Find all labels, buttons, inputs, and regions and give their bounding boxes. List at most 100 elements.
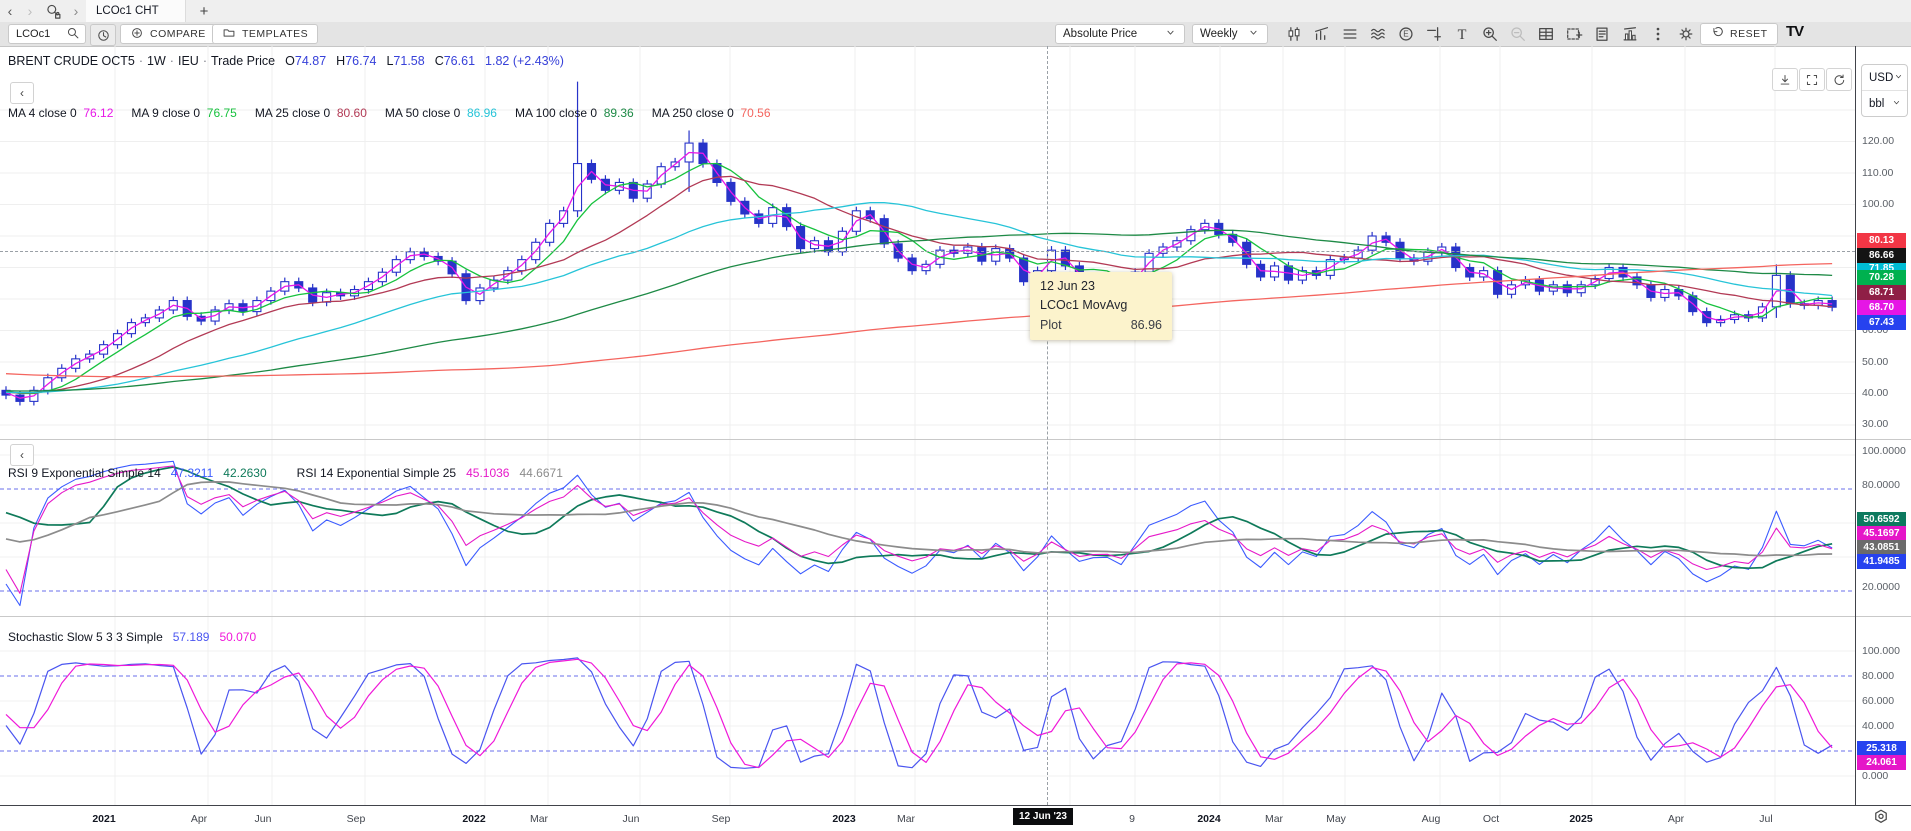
volume-study-icon[interactable] xyxy=(1618,24,1642,44)
nav-back-icon[interactable]: ‹ xyxy=(0,3,20,19)
price-label: 86.66 xyxy=(1857,248,1906,263)
rsi-tick: 100.0000 xyxy=(1862,445,1906,457)
ma-legend-item[interactable]: MA 50 close 0 86.96 xyxy=(385,106,497,120)
stochastic-legend[interactable]: Stochastic Slow 5 3 3 Simple57.18950.070 xyxy=(8,630,256,644)
time-label: 2023 xyxy=(832,813,855,825)
time-label: 9 xyxy=(1129,813,1135,825)
plus-circle-icon xyxy=(130,26,144,43)
ohlc-value: H76.74 xyxy=(336,54,376,68)
events-icon[interactable]: E xyxy=(1394,24,1418,44)
stoch-label: 24.061 xyxy=(1857,755,1906,770)
reset-button[interactable]: RESET xyxy=(1700,23,1778,45)
nav-forward-icon[interactable]: › xyxy=(20,3,40,19)
change-value: 1.82 (+2.43%) xyxy=(485,54,564,68)
ma-legend-item[interactable]: MA 25 close 0 80.60 xyxy=(255,106,367,120)
price-tick: 30.00 xyxy=(1862,418,1888,430)
stoch-tick: 80.000 xyxy=(1862,670,1894,682)
time-label: May xyxy=(1326,813,1346,825)
pane-separator[interactable] xyxy=(0,439,1911,440)
scroll-to-recent-icon[interactable] xyxy=(1772,68,1798,91)
price-tick: 100.00 xyxy=(1862,198,1894,210)
tooltip-series: LCOc1 MovAvg xyxy=(1040,298,1162,312)
text-tool-icon[interactable]: T xyxy=(1450,24,1474,44)
price-tick: 40.00 xyxy=(1862,387,1888,399)
rsi-legend[interactable]: RSI 9 Exponential Simple 1447.321142.263… xyxy=(8,466,563,480)
time-label: Mar xyxy=(530,813,548,825)
compare-button[interactable]: COMPARE xyxy=(120,24,216,44)
tab-lcoc1-cht[interactable]: LCOc1 CHT xyxy=(86,0,186,22)
price-mode-select[interactable]: Absolute Price xyxy=(1055,24,1185,44)
news-icon[interactable] xyxy=(1590,24,1614,44)
tradingview-logo[interactable]: TV xyxy=(1786,23,1803,40)
ma-line[interactable] xyxy=(6,153,1832,399)
time-label: Jul xyxy=(1759,813,1772,825)
settings-icon[interactable] xyxy=(1674,24,1698,44)
price-tick: 50.00 xyxy=(1862,356,1888,368)
indicators-icon[interactable] xyxy=(1366,24,1390,44)
data-grid-icon[interactable] xyxy=(1534,24,1558,44)
time-label: Mar xyxy=(1265,813,1283,825)
templates-button[interactable]: TEMPLATES xyxy=(212,24,318,44)
time-axis[interactable]: Sep2021AprJunSep2022MarJunSep2023MarAug9… xyxy=(0,805,1911,831)
zoom-in-icon[interactable] xyxy=(1478,24,1502,44)
rsi-tick: 80.0000 xyxy=(1862,479,1900,491)
symbol-search-input[interactable]: LCOc1 xyxy=(8,24,86,44)
ma-legend-item[interactable]: MA 9 close 0 76.75 xyxy=(131,106,236,120)
stochastic-pane[interactable] xyxy=(0,616,1855,805)
ma-legend-item[interactable]: MA 4 close 0 76.12 xyxy=(8,106,113,120)
svg-text:T: T xyxy=(1458,27,1467,43)
ma-line[interactable] xyxy=(6,264,1832,377)
stoch-tick: 100.000 xyxy=(1862,645,1900,657)
interval-label: 1W xyxy=(147,54,166,68)
folder-icon xyxy=(222,26,236,43)
rsi-label: 45.1697 xyxy=(1857,526,1906,541)
ma-line[interactable] xyxy=(6,230,1832,391)
ma-legend-item[interactable]: MA 100 close 0 89.36 xyxy=(515,106,634,120)
chart-style-candles-icon[interactable] xyxy=(1282,24,1306,44)
more-options-icon[interactable] xyxy=(1646,24,1670,44)
price-label: 70.28 xyxy=(1857,270,1906,285)
ma-line[interactable] xyxy=(6,164,1832,394)
data-tooltip: 12 Jun 23 LCOc1 MovAvg Plot 86.96 xyxy=(1030,272,1172,340)
time-label: Sep xyxy=(347,813,366,825)
price-label: 67.43 xyxy=(1857,315,1906,330)
rsi-tick: 20.0000 xyxy=(1862,581,1900,593)
maximize-pane-icon[interactable] xyxy=(1799,68,1825,91)
collapse-main-legend-button[interactable]: ‹ xyxy=(10,82,34,104)
currency-select[interactable]: USD xyxy=(1862,65,1907,90)
ohlc-value: O74.87 xyxy=(285,54,326,68)
reset-zoom-icon[interactable] xyxy=(1826,68,1852,91)
time-label: 2021 xyxy=(92,813,115,825)
interval-select[interactable]: Weekly xyxy=(1192,24,1268,44)
pane-separator[interactable] xyxy=(0,616,1911,617)
tab-bar: ‹ › › LCOc1 CHT + xyxy=(0,0,1911,23)
search-lock-icon[interactable] xyxy=(40,1,66,21)
unit-select[interactable]: bbl xyxy=(1862,91,1907,116)
tooltip-row-label: Plot xyxy=(1040,318,1062,332)
price-label: 68.70 xyxy=(1857,300,1906,315)
axis-settings-icon[interactable] xyxy=(1872,808,1890,831)
snapshot-icon[interactable] xyxy=(1562,24,1586,44)
ohlc-value: C76.61 xyxy=(435,54,475,68)
time-label: Oct xyxy=(1483,813,1499,825)
ma-line[interactable] xyxy=(6,203,1832,393)
ma-legend-item[interactable]: MA 250 close 0 70.56 xyxy=(652,106,771,120)
time-label: Apr xyxy=(1668,813,1684,825)
crosshair-vertical xyxy=(1047,46,1048,805)
measure-tool-icon[interactable] xyxy=(1422,24,1446,44)
collapse-rsi-legend-button[interactable]: ‹ xyxy=(10,444,34,466)
time-label: Apr xyxy=(191,813,207,825)
new-tab-button[interactable]: + xyxy=(200,3,209,20)
price-chart-pane[interactable] xyxy=(0,46,1855,439)
venue-label: IEU xyxy=(178,54,199,68)
ma-legend[interactable]: MA 4 close 0 76.12 MA 9 close 0 76.75 MA 2… xyxy=(8,106,771,120)
recent-symbols-icon[interactable] xyxy=(90,24,116,46)
compare-layout-icon[interactable] xyxy=(1338,24,1362,44)
chevron-down-icon xyxy=(1891,97,1902,111)
price-tick: 120.00 xyxy=(1862,135,1894,147)
zoom-out-icon xyxy=(1506,24,1530,44)
time-label: 2022 xyxy=(462,813,485,825)
chart-type-icon[interactable] xyxy=(1310,24,1334,44)
instrument-legend[interactable]: BRENT CRUDE OCT5 · 1W · IEU · Trade Pric… xyxy=(8,54,564,68)
time-label: 2025 xyxy=(1569,813,1592,825)
